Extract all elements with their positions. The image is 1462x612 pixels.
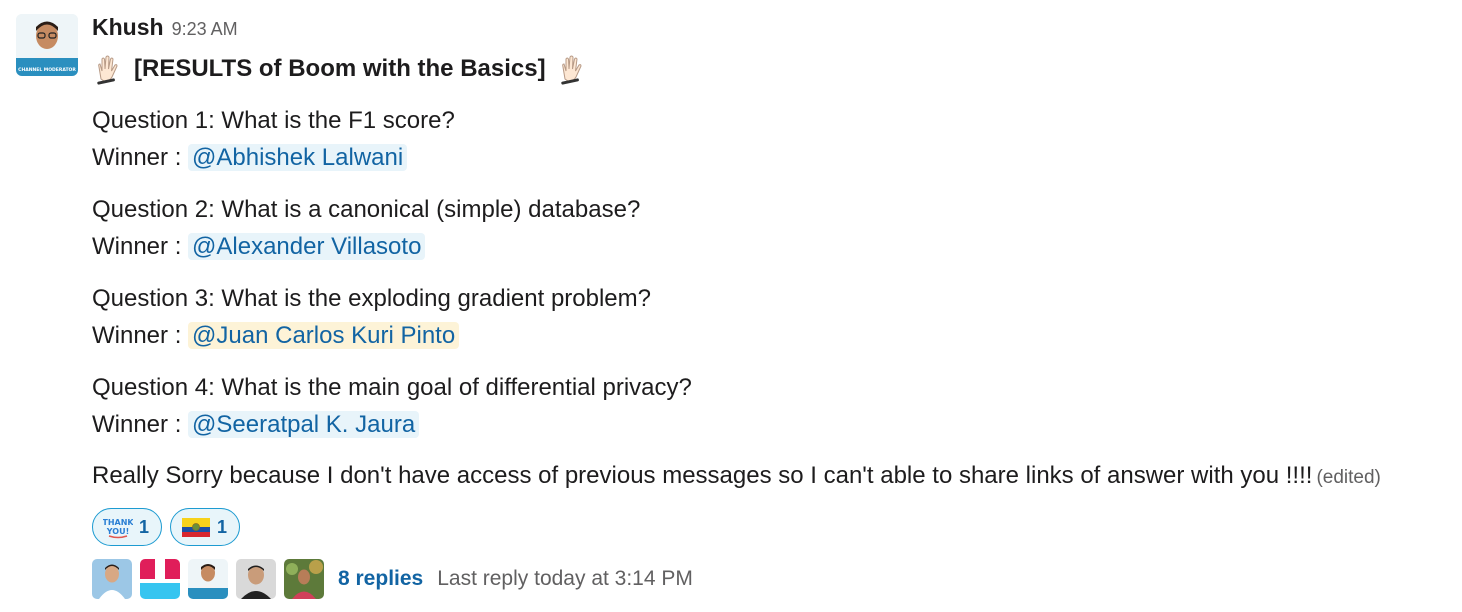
question-block: Question 2: What is a canonical (simple)… bbox=[92, 191, 1452, 265]
question-text: Question 4: What is the main goal of dif… bbox=[92, 374, 692, 401]
edited-label: (edited) bbox=[1316, 467, 1381, 488]
message-title: [RESULTS of Boom with the Basics] bbox=[134, 55, 546, 82]
svg-text:YOU!: YOU! bbox=[106, 527, 129, 536]
winner-label: Winner : bbox=[92, 411, 189, 438]
svg-text:THANK: THANK bbox=[103, 518, 133, 527]
winner-mention[interactable]: @Seeratpal K. Jaura bbox=[188, 411, 420, 438]
winner-mention[interactable]: @Abhishek Lalwani bbox=[188, 144, 408, 171]
winner-mention[interactable]: @Alexander Villasoto bbox=[188, 233, 426, 260]
footer-note: Really Sorry because I don't have access… bbox=[92, 457, 1452, 496]
last-reply-time: Last reply today at 3:14 PM bbox=[437, 567, 693, 590]
message-content: Khush 9:23 AM [RESULTS of Boom with the … bbox=[92, 14, 1452, 600]
winner-label: Winner : bbox=[92, 233, 189, 260]
question-block: Question 3: What is the exploding gradie… bbox=[92, 280, 1452, 354]
footer-line: Really Sorry because I don't have access… bbox=[92, 457, 1452, 496]
replies-count-link[interactable]: 8 replies bbox=[338, 567, 423, 591]
message-timestamp[interactable]: 9:23 AM bbox=[172, 19, 238, 40]
replier-avatar-image bbox=[188, 559, 228, 599]
ecuador-flag-icon bbox=[182, 518, 211, 537]
footer-text: Really Sorry because I don't have access… bbox=[92, 462, 1313, 489]
replier-avatar-image bbox=[284, 559, 324, 599]
reaction-ecuador[interactable]: 1 bbox=[170, 508, 241, 546]
question-text: Question 2: What is a canonical (simple)… bbox=[92, 196, 641, 223]
sender-name[interactable]: Khush bbox=[92, 14, 164, 41]
replier-avatar bbox=[140, 559, 180, 599]
thread-summary[interactable]: 8 replies Last reply today at 3:14 PM bbox=[92, 558, 1452, 600]
replier-avatar-image bbox=[236, 559, 276, 599]
replier-avatar bbox=[284, 559, 324, 599]
winner-label: Winner : bbox=[92, 322, 189, 349]
reaction-thank-you[interactable]: THANK YOU! 1 bbox=[92, 508, 163, 546]
winner-label: Winner : bbox=[92, 144, 189, 171]
question-block: Question 4: What is the main goal of dif… bbox=[92, 369, 1452, 443]
thank-you-emoji-icon: THANK YOU! bbox=[103, 518, 133, 539]
replier-avatar-image bbox=[92, 559, 132, 599]
question-text: Question 1: What is the F1 score? bbox=[92, 107, 455, 134]
replier-avatar bbox=[236, 559, 276, 599]
winner-line: Winner : @Seeratpal K. Jaura bbox=[92, 406, 1452, 443]
winner-line: Winner : @Juan Carlos Kuri Pinto bbox=[92, 317, 1452, 354]
replier-avatar bbox=[92, 559, 132, 599]
message-header: Khush 9:23 AM bbox=[92, 14, 1452, 50]
reaction-count: 1 bbox=[139, 516, 150, 537]
svg-text:CHANNEL MODERATOR: CHANNEL MODERATOR bbox=[18, 67, 76, 73]
reactions-bar: THANK YOU! 1 1 bbox=[92, 508, 1452, 546]
question-text: Question 3: What is the exploding gradie… bbox=[92, 285, 651, 312]
avatar-image: CHANNEL MODERATOR bbox=[16, 14, 78, 76]
winner-mention[interactable]: @Juan Carlos Kuri Pinto bbox=[188, 322, 460, 349]
winner-line: Winner : @Abhishek Lalwani bbox=[92, 139, 1452, 176]
replier-avatar-image bbox=[140, 559, 180, 599]
replier-avatar bbox=[188, 559, 228, 599]
message-title-line: [RESULTS of Boom with the Basics] bbox=[92, 52, 1452, 86]
sender-avatar[interactable]: CHANNEL MODERATOR bbox=[16, 14, 78, 76]
winner-line: Winner : @Alexander Villasoto bbox=[92, 228, 1452, 265]
wave-icon bbox=[97, 55, 118, 85]
wave-icon bbox=[560, 55, 582, 85]
reaction-count: 1 bbox=[217, 516, 228, 537]
question-block: Question 1: What is the F1 score? Winner… bbox=[92, 102, 1452, 176]
